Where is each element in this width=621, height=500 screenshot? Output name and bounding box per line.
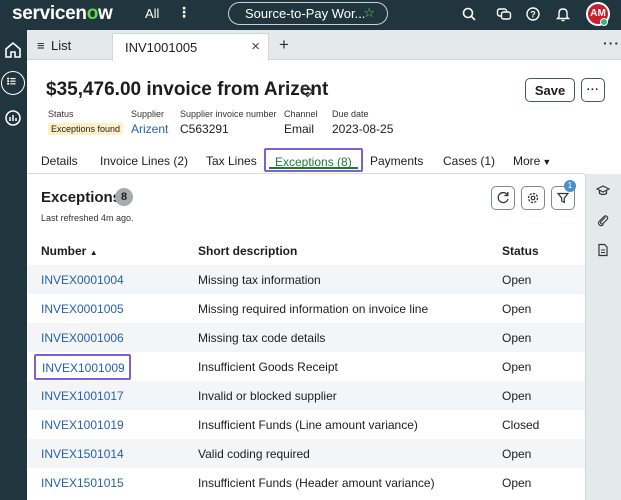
record-tab-label: INV1001005 [125,40,198,55]
star-icon[interactable]: ☆ [363,5,375,21]
exception-description: Insufficient Funds (Line amount variance… [198,418,418,432]
table-row[interactable]: INVEX1501014 Valid coding required Open [27,439,585,468]
list-icon: ≡ [37,38,45,53]
menu-icon [7,77,16,85]
exception-status: Open [502,476,532,490]
tab-more[interactable]: More ▼ [513,154,551,168]
due-date-field: Due date 2023-08-25 [332,109,394,136]
all-menu-button[interactable]: All [145,6,159,21]
exception-description: Invalid or blocked supplier [198,389,337,403]
record-tab-active[interactable]: INV1001005 × [112,33,269,61]
tab-invoice-lines[interactable]: Invoice Lines (2) [100,154,188,168]
more-actions-button[interactable]: ··· [581,78,605,102]
list-tab[interactable]: ≡ List [37,38,71,53]
exception-status: Closed [502,418,540,432]
bell-icon[interactable] [555,6,571,22]
top-navigation-bar: servicenow All ⋮ Source-to-Pay Wor... ☆ … [0,0,621,30]
help-icon[interactable]: ? [525,6,541,22]
tab-payments[interactable]: Payments [370,154,423,168]
tab-cases[interactable]: Cases (1) [443,154,495,168]
channel-field: Channel Email [284,109,318,136]
table-row[interactable]: INVEX1001019 Insufficient Funds (Line am… [27,410,585,439]
gear-icon [527,192,539,204]
filter-count-badge: 1 [564,180,576,192]
exception-status: Open [502,360,532,374]
graduation-cap-icon[interactable] [596,184,610,198]
refresh-icon [497,191,509,204]
exception-number-link[interactable]: INVEX1501015 [41,476,124,490]
save-button[interactable]: Save [525,78,575,102]
exception-number-link[interactable]: INVEX0001006 [41,331,124,345]
last-refreshed-text: Last refreshed 4m ago. [41,213,134,223]
table-row[interactable]: INVEX1001017 Invalid or blocked supplier… [27,381,585,410]
tab-exceptions[interactable]: Exceptions (8) [264,148,363,172]
table-row[interactable]: INVEX1001009 Insufficient Goods Receipt … [27,352,585,381]
paperclip-icon[interactable] [596,213,610,227]
exception-number-link[interactable]: INVEX0001005 [41,302,124,316]
more-options-icon[interactable]: ⋮ [177,4,191,21]
analytics-icon[interactable] [1,106,25,130]
table-row[interactable]: INVEX0001004 Missing tax information Ope… [27,265,585,294]
search-icon[interactable] [461,6,477,22]
tab-details[interactable]: Details [41,154,78,168]
exception-status: Open [502,302,532,316]
user-avatar[interactable]: AM [586,2,610,26]
sort-ascending-icon: ▲ [89,248,98,257]
exceptions-title: Exceptions [41,189,122,206]
document-icon[interactable] [596,243,610,257]
exception-status: Open [502,389,532,403]
supplier-link[interactable]: Arizent [131,122,168,136]
settings-button[interactable] [521,186,545,210]
table-row[interactable]: INVEX1501015 Insufficient Funds (Header … [27,468,585,497]
new-tab-button[interactable]: + [279,35,289,55]
workspace-tab-strip: ≡ List INV1001005 × + ··· [27,30,621,61]
column-header-short-description[interactable]: Short description [198,244,297,258]
close-icon[interactable]: × [251,38,260,55]
exception-number-link-highlighted[interactable]: INVEX1001009 [34,354,131,380]
page-title: $35,476.00 invoice from Arizent [46,79,329,100]
table-row[interactable]: INVEX0001006 Missing tax code details Op… [27,323,585,352]
list-menu-button[interactable] [1,71,25,95]
servicenow-logo[interactable]: servicenow [12,3,113,25]
chat-icon[interactable] [496,6,512,22]
left-navigation-rail [0,30,27,500]
exception-description: Insufficient Funds (Header amount varian… [198,476,435,490]
table-header: Number ▲ Short description Status [27,236,585,265]
column-header-status[interactable]: Status [502,244,539,258]
status-badge: Exceptions found [48,123,124,135]
home-icon[interactable] [1,38,25,62]
table-row[interactable]: INVEX0001005 Missing required informatio… [27,294,585,323]
presence-indicator [600,18,608,26]
refresh-button[interactable] [491,186,515,210]
svg-text:?: ? [530,10,536,20]
column-header-number[interactable]: Number ▲ [41,244,98,258]
tag-icon[interactable] [300,84,314,98]
record-tabs: Details Invoice Lines (2) Tax Lines Exce… [27,145,585,174]
caret-down-icon: ▼ [542,157,552,167]
exception-number-link[interactable]: INVEX0001004 [41,273,124,287]
contextual-side-panel [585,174,621,500]
exception-number-link[interactable]: INVEX1001017 [41,389,124,403]
exception-status: Open [502,447,532,461]
exception-number-link[interactable]: INVEX1001019 [41,418,124,432]
tab-overflow-icon[interactable]: ··· [603,35,620,51]
tab-tax-lines[interactable]: Tax Lines [206,154,257,168]
exception-description: Insufficient Goods Receipt [198,360,338,374]
exception-description: Missing required information on invoice … [198,302,429,316]
exception-status: Open [502,331,532,345]
exceptions-count-badge: 8 [115,188,133,206]
status-field: Status Exceptions found [48,109,124,137]
exception-number-link[interactable]: INVEX1501014 [41,447,124,461]
supplier-invoice-number-field: Supplier invoice number C563291 [180,109,277,136]
exception-description: Missing tax code details [198,331,326,345]
exception-status: Open [502,273,532,287]
exception-description: Valid coding required [198,447,310,461]
exception-description: Missing tax information [198,273,321,287]
supplier-field: Supplier Arizent [131,109,169,136]
workspace-name: Source-to-Pay Wor... [245,6,366,21]
workspace-selector[interactable]: Source-to-Pay Wor... ☆ [228,2,388,25]
